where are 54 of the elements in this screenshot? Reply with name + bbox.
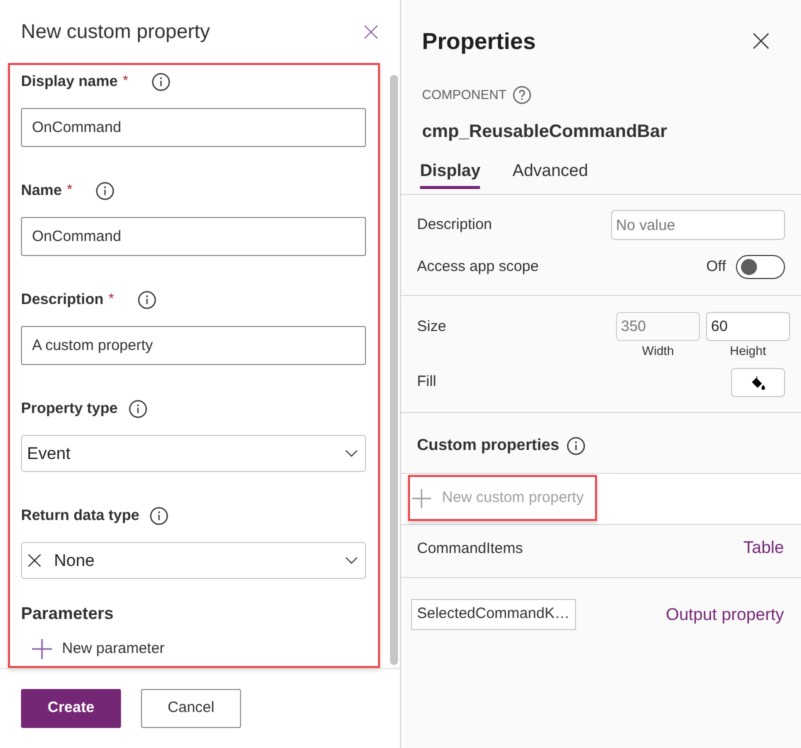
- size-field[interactable]: 60: [706, 312, 790, 341]
- paint-bucket-icon: [751, 376, 765, 390]
- chevron-down-icon: [345, 557, 358, 564]
- dialog-title: New custom property: [21, 20, 210, 44]
- field-caption: Height: [730, 343, 766, 359]
- chevron-down-icon: [345, 450, 358, 457]
- component-name: cmp_ReusableCommandBar: [422, 120, 668, 143]
- section-label: COMPONENT: [422, 86, 506, 104]
- required-mark: *: [108, 290, 114, 306]
- tab[interactable]: Advanced: [512, 154, 588, 189]
- required-mark: *: [122, 72, 128, 88]
- panel-title: Properties: [422, 26, 536, 56]
- text-field[interactable]: OnCommand: [21, 108, 366, 147]
- toggle-switch[interactable]: [736, 255, 785, 279]
- property-label: Access app scope: [417, 256, 539, 277]
- help-icon[interactable]: [512, 86, 530, 104]
- scrollbar-thumb[interactable]: [390, 75, 398, 665]
- field-caption: Width: [642, 343, 674, 359]
- plus-icon: [32, 639, 52, 659]
- field-label: Property type: [21, 398, 118, 419]
- field-label: Name: [21, 180, 62, 201]
- dropdown[interactable]: Event: [21, 435, 366, 472]
- property-type-link[interactable]: Table: [743, 535, 784, 560]
- property-label: Fill: [417, 372, 436, 392]
- field-label: Description: [21, 290, 104, 310]
- dropdown[interactable]: None: [21, 542, 366, 579]
- info-icon[interactable]: [567, 437, 586, 455]
- field-label: Return data type: [21, 506, 140, 526]
- info-icon[interactable]: [96, 182, 114, 200]
- fill-color-button[interactable]: [731, 368, 785, 397]
- toggle-state-label: Off: [706, 256, 726, 277]
- clear-icon[interactable]: [28, 554, 41, 567]
- text-field[interactable]: OnCommand: [21, 217, 366, 256]
- property-name: SelectedCommandK…: [411, 599, 576, 630]
- property-label: Description: [417, 214, 492, 235]
- required-mark: *: [66, 181, 72, 197]
- field-label: Display name: [21, 72, 118, 92]
- info-icon[interactable]: [138, 291, 156, 309]
- section-heading: Custom properties: [417, 436, 560, 456]
- plus-icon: [412, 488, 431, 508]
- text-field[interactable]: A custom property: [21, 326, 366, 365]
- new-parameter-button[interactable]: New parameter: [32, 639, 165, 659]
- property-name: CommandItems: [417, 539, 523, 559]
- info-icon[interactable]: [128, 400, 147, 418]
- create-button[interactable]: Create: [21, 689, 121, 728]
- section-heading: Parameters: [21, 603, 114, 625]
- tab[interactable]: Display: [420, 154, 480, 189]
- close-icon[interactable]: [753, 33, 769, 49]
- property-type-link[interactable]: Output property: [666, 602, 784, 628]
- property-label: Size: [417, 317, 446, 337]
- description-field[interactable]: No value: [611, 210, 785, 240]
- info-icon[interactable]: [152, 73, 170, 91]
- cancel-button[interactable]: Cancel: [141, 689, 241, 728]
- info-icon[interactable]: [150, 507, 168, 525]
